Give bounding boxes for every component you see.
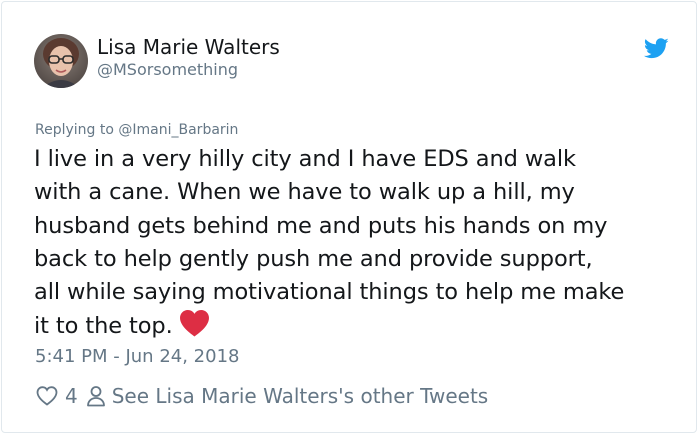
author-handle[interactable]: @MSorsomething — [97, 60, 238, 79]
tweet-text-line: back to help gently push me and provide … — [34, 245, 593, 272]
tweet-footer: 4 See Lisa Marie Walters's other Tweets — [35, 382, 488, 410]
avatar[interactable] — [34, 34, 88, 88]
heart-outline-icon[interactable] — [35, 384, 59, 408]
tweet-card: Lisa Marie Walters @MSorsomething Replyi… — [1, 1, 697, 433]
other-tweets-link[interactable]: See Lisa Marie Walters's other Tweets — [112, 384, 489, 408]
twitter-bird-icon[interactable] — [644, 38, 669, 59]
person-icon — [86, 386, 105, 407]
reply-prefix: Replying to — [35, 122, 119, 138]
reply-mention-link[interactable]: @Imani_Barbarin — [118, 122, 238, 138]
like-count: 4 — [65, 384, 78, 408]
tweet-text-line: it to the top. — [34, 313, 173, 340]
reply-context: Replying to @Imani_Barbarin — [35, 122, 238, 138]
tweet-timestamp[interactable]: 5:41 PM - Jun 24, 2018 — [35, 346, 239, 367]
tweet-text-last-line: it to the top. — [34, 309, 684, 343]
tweet-text-line: husband gets behind me and puts his hand… — [34, 212, 608, 239]
tweet-text: I live in a very hilly city and I have E… — [34, 143, 684, 344]
tweet-text-line: with a cane. When we have to walk up a h… — [34, 179, 575, 206]
red-heart-emoji — [179, 310, 209, 338]
tweet-text-line: I live in a very hilly city and I have E… — [34, 146, 576, 172]
tweet-text-line: all while saying motivational things to … — [34, 279, 625, 306]
author-name[interactable]: Lisa Marie Walters — [97, 35, 280, 59]
